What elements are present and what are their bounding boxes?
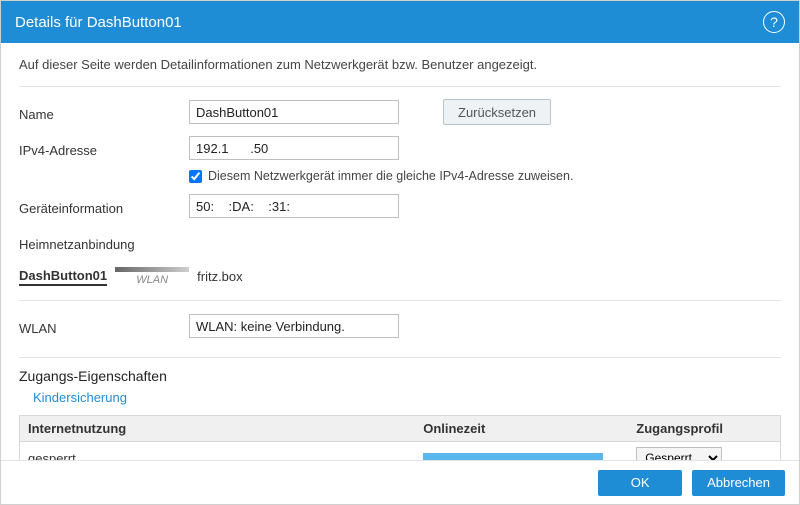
- name-input[interactable]: [189, 100, 399, 124]
- row-ipv4: IPv4-Adresse: [19, 133, 781, 163]
- footer: OK Abbrechen: [1, 460, 799, 504]
- parental-control-link[interactable]: Kindersicherung: [33, 390, 781, 405]
- dialog: Details für DashButton01 ? Auf dieser Se…: [0, 0, 800, 505]
- row-devinfo: Geräteinformation: [19, 191, 781, 221]
- online-time-bar: [423, 453, 603, 460]
- col-online-time: Onlinezeit: [415, 416, 628, 442]
- reset-button[interactable]: Zurücksetzen: [443, 99, 551, 125]
- ok-button[interactable]: OK: [598, 470, 682, 496]
- profile-select[interactable]: Gesperrt: [636, 447, 722, 460]
- cancel-button[interactable]: Abbrechen: [692, 470, 785, 496]
- intro-text: Auf dieser Seite werden Detailinformatio…: [19, 57, 781, 72]
- row-wlan: WLAN: [19, 311, 781, 341]
- topology-node-router: fritz.box: [197, 269, 243, 284]
- wlan-status-input[interactable]: [189, 314, 399, 338]
- row-static-ip: Diesem Netzwerkgerät immer die gleiche I…: [189, 169, 781, 183]
- dialog-title: Details für DashButton01: [15, 14, 182, 31]
- name-label: Name: [19, 103, 189, 122]
- profile-cell: Gesperrt: [628, 442, 780, 461]
- access-table: Internetnutzung Onlinezeit Zugangsprofil…: [19, 415, 781, 460]
- internet-usage-value: gesperrt: [20, 442, 416, 461]
- col-internet-usage: Internetnutzung: [20, 416, 416, 442]
- topology-diagram: DashButton01 WLAN fritz.box: [19, 267, 781, 286]
- topology-link-label: WLAN: [136, 274, 168, 286]
- separator: [19, 357, 781, 358]
- titlebar: Details für DashButton01 ?: [1, 1, 799, 43]
- content: Auf dieser Seite werden Detailinformatio…: [1, 43, 799, 460]
- table-header-row: Internetnutzung Onlinezeit Zugangsprofil: [20, 416, 781, 442]
- ipv4-input[interactable]: [189, 136, 399, 160]
- col-access-profile: Zugangsprofil: [628, 416, 780, 442]
- help-icon[interactable]: ?: [763, 11, 785, 33]
- devinfo-label: Geräteinformation: [19, 197, 189, 216]
- topology-link: WLAN: [115, 267, 189, 286]
- row-heimnetz: Heimnetzanbindung: [19, 227, 781, 257]
- access-section-title: Zugangs-Eigenschaften: [19, 368, 781, 384]
- topology-link-bar: [115, 267, 189, 272]
- wlan-label: WLAN: [19, 317, 189, 336]
- ipv4-label: IPv4-Adresse: [19, 139, 189, 158]
- separator: [19, 300, 781, 301]
- row-name: Name Zurücksetzen: [19, 97, 781, 127]
- online-time-cell: [415, 442, 628, 461]
- static-ip-label[interactable]: Diesem Netzwerkgerät immer die gleiche I…: [208, 169, 573, 183]
- separator: [19, 86, 781, 87]
- online-time-bar-fill: [423, 453, 603, 460]
- devinfo-input[interactable]: [189, 194, 399, 218]
- table-row: gesperrt Gesperrt: [20, 442, 781, 461]
- static-ip-checkbox[interactable]: [189, 170, 202, 183]
- topology-node-device[interactable]: DashButton01: [19, 268, 107, 286]
- heimnetz-label: Heimnetzanbindung: [19, 233, 189, 252]
